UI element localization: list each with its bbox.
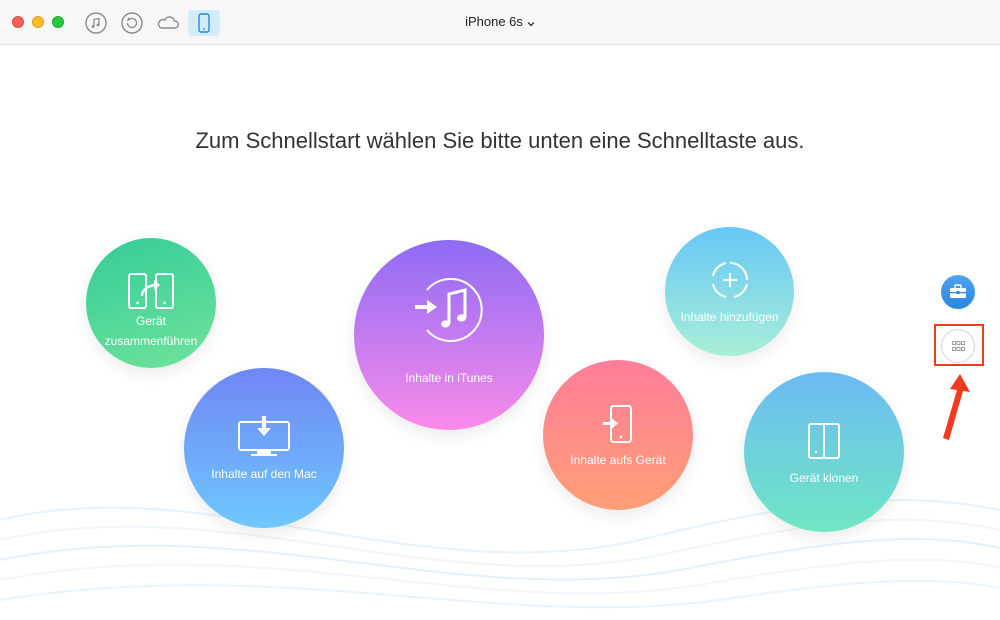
add-content-icon (711, 261, 749, 304)
content-to-mac-label: Inhalte auf den Mac (211, 467, 317, 481)
content-to-mac-button[interactable]: Inhalte auf den Mac (184, 368, 344, 528)
merge-devices-button[interactable]: Gerät zusammenführen (86, 238, 216, 368)
clone-device-icon (807, 422, 841, 465)
device-selector[interactable]: iPhone 6s (0, 14, 1000, 30)
device-name: iPhone 6s (465, 14, 523, 29)
download-to-mac-icon (237, 414, 291, 463)
apps-grid-icon (952, 341, 965, 351)
content-to-itunes-button[interactable]: Inhalte in iTunes (354, 240, 544, 430)
add-content-label: Inhalte hinzufügen (680, 310, 779, 324)
more-apps-button[interactable] (941, 329, 975, 363)
chevron-down-icon (527, 15, 535, 30)
merge-devices-label: Gerät zusammenführen (104, 314, 198, 348)
content-to-device-label: Inhalte aufs Gerät (570, 453, 666, 467)
transfer-to-device-icon (601, 404, 635, 449)
toolbox-icon (950, 284, 966, 298)
clone-device-button[interactable]: Gerät klonen (744, 372, 904, 532)
content-to-device-button[interactable]: Inhalte aufs Gerät (543, 360, 693, 510)
itunes-note-icon (411, 272, 487, 353)
title-bar: iPhone 6s (0, 0, 1000, 45)
pointer-arrow-icon (943, 374, 970, 440)
page-headline: Zum Schnellstart wählen Sie bitte unten … (195, 128, 805, 153)
clone-device-label: Gerät klonen (789, 471, 859, 485)
add-content-button[interactable]: Inhalte hinzufügen (665, 227, 794, 356)
app-window: iPhone 6s Zum Schnellstart wählen Sie bi… (0, 0, 1000, 620)
toolbox-button[interactable] (941, 275, 975, 309)
merge-devices-icon (127, 272, 175, 315)
content-to-itunes-label: Inhalte in iTunes (405, 371, 493, 385)
